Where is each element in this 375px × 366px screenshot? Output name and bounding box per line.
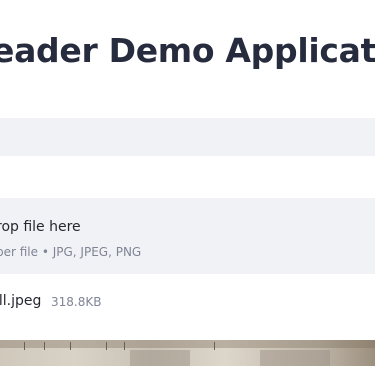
- image-preview-detail: [24, 342, 25, 350]
- image-preview-detail: [214, 342, 215, 350]
- image-preview-detail: [260, 350, 330, 366]
- image-preview-detail: [106, 342, 107, 350]
- image-preview-detail: [124, 342, 125, 350]
- file-dropzone[interactable]: [0, 198, 375, 274]
- image-preview-detail: [130, 350, 190, 366]
- image-preview-band: [0, 340, 375, 348]
- dropzone-limit-text: per file • JPG, JPEG, PNG: [0, 245, 142, 259]
- uploaded-file-name: ill.jpeg: [0, 293, 42, 309]
- uploaded-file-size: 318.8KB: [51, 295, 102, 309]
- image-preview-detail: [44, 342, 45, 350]
- image-preview: [0, 340, 375, 366]
- app-page: eader Demo Application rop file here per…: [0, 0, 375, 366]
- page-title: eader Demo Application: [0, 31, 375, 70]
- dropzone-instruction: rop file here: [0, 219, 81, 235]
- input-bar[interactable]: [0, 118, 375, 156]
- image-preview-detail: [70, 342, 71, 350]
